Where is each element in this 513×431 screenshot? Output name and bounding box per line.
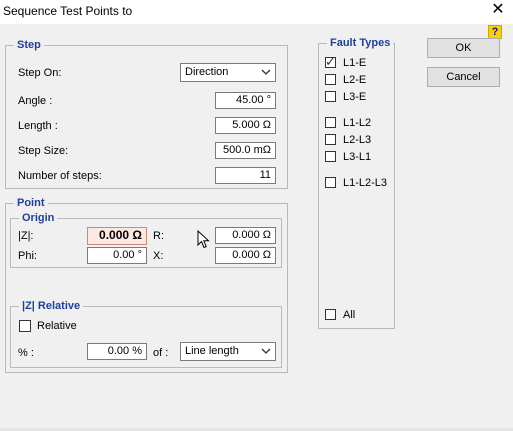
- x-input[interactable]: 0.000 Ω: [215, 247, 276, 264]
- num-steps-input[interactable]: 11: [215, 167, 276, 184]
- angle-input[interactable]: 45.00 °: [215, 92, 276, 109]
- fault-l3-l1-checkbox[interactable]: [325, 151, 336, 162]
- window-title: Sequence Test Points to: [3, 4, 133, 18]
- fault-l2-l3-checkbox[interactable]: [325, 134, 336, 145]
- fault-l2-e-label: L2-E: [343, 74, 367, 86]
- fault-l1-e-checkbox[interactable]: ✓: [325, 54, 336, 69]
- fault-l3-l1-label: L3-L1: [343, 151, 372, 163]
- relative-checkbox[interactable]: [19, 320, 31, 332]
- of-select[interactable]: Line length: [180, 342, 276, 361]
- fault-types-legend: Fault Types: [327, 37, 394, 50]
- angle-label: Angle :: [18, 95, 53, 107]
- ok-button[interactable]: OK: [427, 38, 500, 58]
- of-value: Line length: [185, 345, 239, 357]
- fault-all-checkbox[interactable]: [325, 309, 336, 320]
- fault-l2-e-checkbox[interactable]: [325, 74, 336, 85]
- check-icon: ✓: [325, 54, 336, 69]
- z-label: |Z|:: [18, 230, 34, 242]
- step-on-value: Direction: [185, 66, 229, 78]
- phi-label: Phi:: [18, 250, 37, 262]
- fault-l1-e-label: L1-E: [343, 57, 367, 69]
- chevron-down-icon: [261, 69, 271, 75]
- step-on-select[interactable]: Direction: [180, 63, 276, 82]
- r-label: R:: [153, 230, 164, 242]
- fault-l2-l3-label: L2-L3: [343, 134, 372, 146]
- fault-l1-l2-l3-checkbox[interactable]: [325, 177, 336, 188]
- chevron-down-icon: [261, 348, 271, 354]
- step-size-label: Step Size:: [18, 145, 69, 157]
- mouse-cursor-icon: [197, 230, 210, 249]
- percent-label: % :: [18, 347, 34, 359]
- help-icon[interactable]: ?: [488, 25, 502, 39]
- fault-l3-e-checkbox[interactable]: [325, 91, 336, 102]
- step-size-input[interactable]: 500.0 mΩ: [215, 142, 276, 159]
- fault-l1-l2-label: L1-L2: [343, 117, 372, 129]
- fault-l3-e-label: L3-E: [343, 91, 367, 103]
- z-relative-legend: |Z| Relative: [19, 300, 84, 313]
- step-on-label: Step On:: [18, 67, 62, 79]
- step-legend: Step: [14, 39, 44, 52]
- length-input[interactable]: 5.000 Ω: [215, 117, 276, 134]
- of-label: of :: [153, 347, 169, 359]
- relative-checkbox-label: Relative: [37, 320, 77, 332]
- length-label: Length :: [18, 120, 58, 132]
- fault-all-label: All: [343, 309, 356, 321]
- fault-l1-l2-checkbox[interactable]: [325, 117, 336, 128]
- phi-input[interactable]: 0.00 °: [87, 247, 147, 264]
- point-legend: Point: [14, 197, 48, 210]
- percent-input[interactable]: 0.00 %: [87, 343, 147, 360]
- fault-l1-l2-l3-label: L1-L2-L3: [343, 177, 388, 189]
- x-label: X:: [153, 250, 164, 262]
- title-bar: Sequence Test Points to ✕: [0, 0, 513, 24]
- r-input[interactable]: 0.000 Ω: [215, 227, 276, 244]
- num-steps-label: Number of steps:: [18, 170, 102, 182]
- origin-legend: Origin: [19, 212, 58, 225]
- cancel-button[interactable]: Cancel: [427, 67, 500, 87]
- close-icon[interactable]: ✕: [489, 1, 507, 19]
- z-input[interactable]: 0.000 Ω: [87, 227, 147, 245]
